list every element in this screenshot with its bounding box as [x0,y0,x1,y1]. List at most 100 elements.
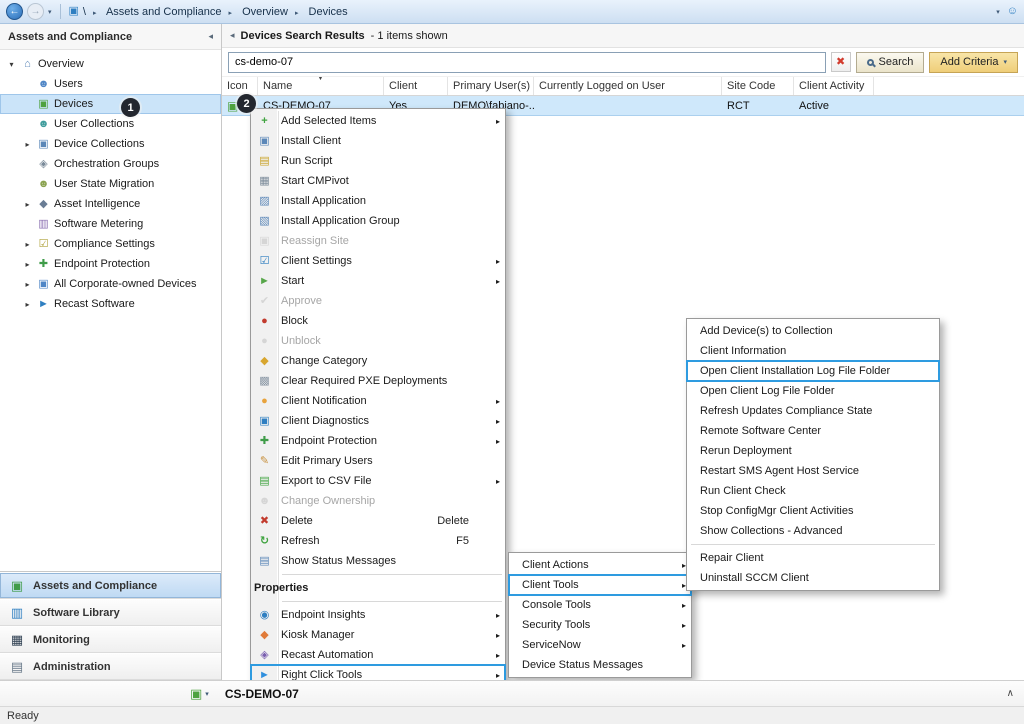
pane-collapse-icon[interactable]: ◂ [230,30,235,41]
search-button[interactable]: Search [856,52,925,73]
tree-item-compliance-settings[interactable]: ▸ ☑ Compliance Settings [0,234,221,254]
menu-item-refresh[interactable]: ↻ Refresh F5 [251,531,505,551]
menu-item-open-client-log-file-folder[interactable]: Open Client Log File Folder [687,381,939,401]
menu-item-client-information[interactable]: Client Information [687,341,939,361]
menu-item-recast-automation[interactable]: ◈ Recast Automation ▸ [251,645,505,665]
tree-expander-icon[interactable]: ▸ [22,200,33,209]
tree-item-overview[interactable]: ▾ ⌂ Overview [0,54,221,74]
column-header-primary-user-s[interactable]: Primary User(s) [448,77,534,95]
menu-item-unblock[interactable]: ● Unblock [251,331,505,351]
menu-item-start[interactable]: ► Start ▸ [251,271,505,291]
tree-expander-icon[interactable]: ▸ [22,280,33,289]
tree-item-all-corporate-owned-devices[interactable]: ▸ ▣ All Corporate-owned Devices [0,274,221,294]
breadcrumb-item-devices[interactable]: Devices [295,6,348,18]
menu-item-properties[interactable]: Properties [251,578,505,598]
tree-item-orchestration-groups[interactable]: ◈ Orchestration Groups [0,154,221,174]
menu-item-remote-software-center[interactable]: Remote Software Center [687,421,939,441]
feedback-icon[interactable]: ☺ [1007,6,1018,17]
workspace-button-administration[interactable]: ▤ Administration [0,653,221,680]
menu-item-delete[interactable]: ✖ Delete Delete [251,511,505,531]
detail-collapse-icon[interactable]: ∧ [1007,688,1014,699]
menu-item-reassign-site[interactable]: ▣ Reassign Site [251,231,505,251]
menu-item-change-category[interactable]: ◆ Change Category [251,351,505,371]
menu-item-add-selected-items[interactable]: + Add Selected Items ▸ [251,111,505,131]
menu-item-approve[interactable]: ✔ Approve [251,291,505,311]
menu-item-edit-primary-users[interactable]: ✎ Edit Primary Users [251,451,505,471]
menu-item-change-ownership[interactable]: ☻ Change Ownership [251,491,505,511]
menu-item-uninstall-sccm-client[interactable]: Uninstall SCCM Client [687,568,939,588]
menu-item-restart-sms-agent-host-service[interactable]: Restart SMS Agent Host Service [687,461,939,481]
tree-item-devices[interactable]: ▣ Devices [0,94,221,114]
tree-item-endpoint-protection[interactable]: ▸ ✚ Endpoint Protection [0,254,221,274]
tree-expander-icon[interactable]: ▸ [22,300,33,309]
menu-item-client-tools[interactable]: Client Tools ▸ [509,575,691,595]
column-header-site-code[interactable]: Site Code [722,77,794,95]
table-cell-rct: RCT [722,96,794,115]
menu-item-install-client[interactable]: ▣ Install Client [251,131,505,151]
menu-item-client-actions[interactable]: Client Actions ▸ [509,555,691,575]
tree-expander-icon[interactable]: ▸ [22,140,33,149]
tree-expander-icon[interactable]: ▸ [22,240,33,249]
menu-item-endpoint-insights[interactable]: ◉ Endpoint Insights ▸ [251,605,505,625]
menu-item-export-to-csv-file[interactable]: ▤ Export to CSV File ▸ [251,471,505,491]
table-cell-item [534,96,722,115]
breadcrumb-item-assets-and-compliance[interactable]: Assets and Compliance [93,6,222,18]
tree-item-user-state-migration[interactable]: ☻ User State Migration [0,174,221,194]
workspace-label: Software Library [33,607,120,619]
column-header-icon[interactable]: Icon [222,77,258,95]
menu-item-console-tools[interactable]: Console Tools ▸ [509,595,691,615]
breadcrumb-item-overview[interactable]: Overview [229,6,288,18]
workspace-button-monitoring[interactable]: ▦ Monitoring [0,626,221,653]
column-header-client[interactable]: Client [384,77,448,95]
menu-item-device-status-messages[interactable]: Device Status Messages [509,655,691,675]
toolbar-caret-icon[interactable]: ▾ [996,8,1000,16]
menu-item-rerun-deployment[interactable]: Rerun Deployment [687,441,939,461]
detail-device-cluster[interactable]: ▣ ▾ [190,687,209,700]
add-criteria-button[interactable]: Add Criteria ▾ [929,52,1018,73]
menu-item-show-status-messages[interactable]: ▤ Show Status Messages [251,551,505,571]
menu-item-add-device-s-to-collection[interactable]: Add Device(s) to Collection [687,321,939,341]
menu-item-repair-client[interactable]: Repair Client [687,548,939,568]
tree-expander-icon[interactable]: ▾ [6,60,17,69]
forward-button[interactable]: → [27,3,44,20]
column-header-name[interactable]: ▼ Name [258,77,384,95]
workspace-button-assets-and-compliance[interactable]: ▣ Assets and Compliance [0,572,221,599]
menu-item-label: Refresh Updates Compliance State [700,405,897,417]
tree-item-device-collections[interactable]: ▸ ▣ Device Collections [0,134,221,154]
menu-item-show-collections-advanced[interactable]: Show Collections - Advanced [687,521,939,541]
back-button[interactable]: ← [6,3,23,20]
menu-item-security-tools[interactable]: Security Tools ▸ [509,615,691,635]
tree-item-asset-intelligence[interactable]: ▸ ◆ Asset Intelligence [0,194,221,214]
breadcrumb-item-item[interactable]: \ [83,6,86,18]
workspace-label: Administration [33,661,111,673]
menu-item-stop-configmgr-client-activities[interactable]: Stop ConfigMgr Client Activities [687,501,939,521]
menu-item-client-diagnostics[interactable]: ▣ Client Diagnostics ▸ [251,411,505,431]
tree-item-users[interactable]: ☻ Users [0,74,221,94]
clear-search-button[interactable]: ✖ [831,52,851,72]
sidebar-collapse-icon[interactable]: ◂ [208,31,213,42]
menu-item-refresh-updates-compliance-state[interactable]: Refresh Updates Compliance State [687,401,939,421]
menu-item-install-application[interactable]: ▨ Install Application [251,191,505,211]
menu-item-install-application-group[interactable]: ▧ Install Application Group [251,211,505,231]
menu-item-endpoint-protection[interactable]: ✚ Endpoint Protection ▸ [251,431,505,451]
menu-item-run-client-check[interactable]: Run Client Check [687,481,939,501]
menu-item-block[interactable]: ● Block [251,311,505,331]
tree-item-recast-software[interactable]: ▸ ► Recast Software [0,294,221,314]
menu-item-client-settings[interactable]: ☑ Client Settings ▸ [251,251,505,271]
submenu-arrow-icon: ▸ [491,257,500,266]
tree-item-software-metering[interactable]: ▥ Software Metering [0,214,221,234]
menu-item-open-client-installation-log-file-folder[interactable]: Open Client Installation Log File Folder [687,361,939,381]
menu-item-run-script[interactable]: ▤ Run Script [251,151,505,171]
workspace-button-software-library[interactable]: ▥ Software Library [0,599,221,626]
tree-expander-icon[interactable]: ▸ [22,260,33,269]
search-input[interactable] [228,52,826,73]
column-header-currently-logged-on-user[interactable]: Currently Logged on User [534,77,722,95]
tree-item-user-collections[interactable]: ☻ User Collections [0,114,221,134]
column-header-client-activity[interactable]: Client Activity [794,77,874,95]
menu-item-start-cmpivot[interactable]: ▦ Start CMPivot [251,171,505,191]
menu-item-client-notification[interactable]: ● Client Notification ▸ [251,391,505,411]
nav-history-caret-icon[interactable]: ▾ [48,8,52,16]
menu-item-kiosk-manager[interactable]: ◆ Kiosk Manager ▸ [251,625,505,645]
menu-item-servicenow[interactable]: ServiceNow ▸ [509,635,691,655]
menu-item-clear-required-pxe-deployments[interactable]: ▩ Clear Required PXE Deployments [251,371,505,391]
